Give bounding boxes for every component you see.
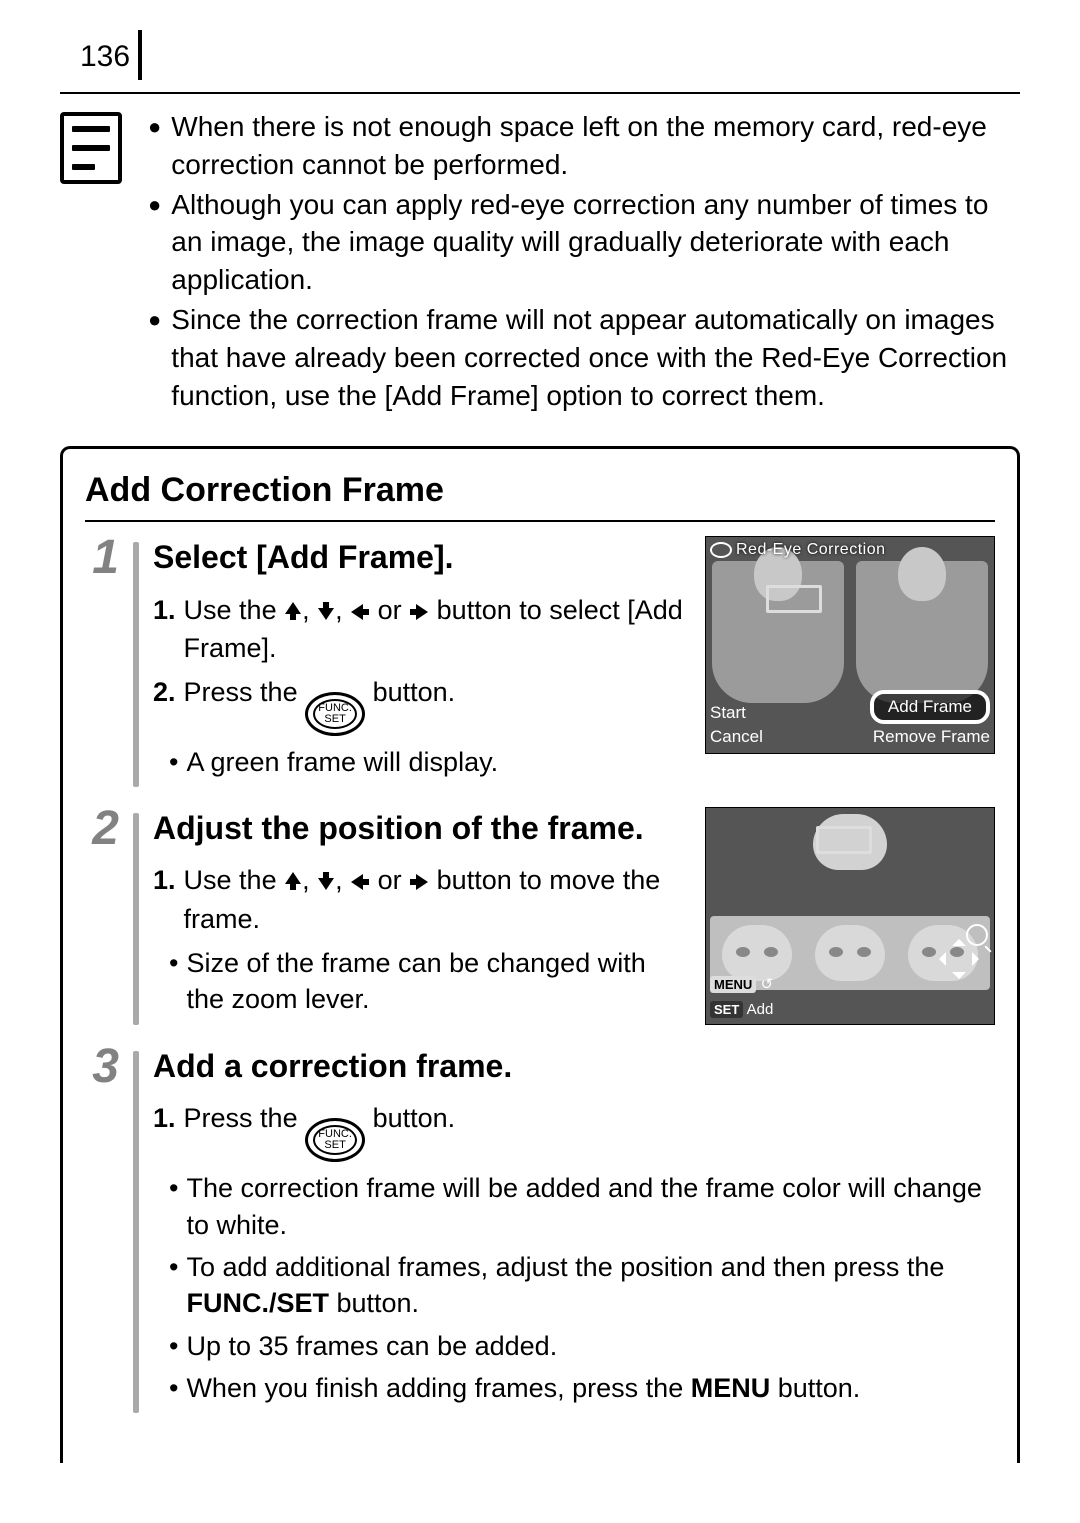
step-2: 2 Adjust the position of the frame. 1. U…	[85, 807, 995, 1045]
substep-text: Use the , , or	[184, 862, 687, 937]
screen-set-indicator: SET Add	[710, 1000, 773, 1020]
step-note: • To add additional frames, adjust the p…	[169, 1249, 995, 1322]
bullet-icon: ●	[148, 301, 161, 339]
bullet-icon: ●	[148, 108, 161, 146]
arrow-right-icon	[409, 594, 429, 630]
step-bar	[133, 813, 139, 1025]
note-text: Although you can apply red-eye correctio…	[171, 186, 1020, 299]
page-number-divider	[138, 30, 142, 80]
arrow-up-icon	[284, 864, 302, 900]
step-heading: Select [Add Frame].	[153, 536, 687, 579]
step-number: 3	[85, 1043, 119, 1413]
step-note-text: When you finish adding frames, press the…	[186, 1370, 860, 1406]
func-set-button-icon: FUNC.SET	[305, 692, 365, 736]
bullet-icon: •	[169, 1249, 178, 1322]
section-title: Add Correction Frame	[85, 471, 995, 510]
step-1: 1 Select [Add Frame]. 1. Use the ,	[85, 536, 995, 807]
arrow-left-icon	[350, 594, 370, 630]
bullet-icon: •	[169, 744, 178, 780]
screen-option-start[interactable]: Start	[710, 702, 763, 725]
bullet-icon: •	[169, 1370, 178, 1406]
manual-page: 136 ● When there is not enough space lef…	[0, 0, 1080, 1523]
step-note: • A green frame will display.	[169, 744, 687, 780]
bullet-icon: •	[169, 1170, 178, 1243]
step-substep: 1. Use the , ,	[153, 592, 687, 667]
step-note: • Size of the frame can be changed with …	[169, 945, 687, 1018]
step-note-text: Up to 35 frames can be added.	[186, 1328, 557, 1364]
substep-number: 1.	[153, 1100, 176, 1162]
substep-number: 1.	[153, 862, 176, 937]
correction-frame-indicator	[766, 585, 822, 613]
screen-menu-indicator: MENU ↺	[710, 975, 773, 995]
arrow-right-icon	[409, 864, 429, 900]
note-text: Since the correction frame will not appe…	[171, 301, 1020, 414]
step-note-text: Size of the frame can be changed with th…	[186, 945, 687, 1018]
step-bar	[133, 1051, 139, 1413]
note-item: ● Although you can apply red-eye correct…	[148, 186, 1020, 299]
notes-list: ● When there is not enough space left on…	[148, 108, 1020, 416]
step-substep: 1. Use the , ,	[153, 862, 687, 937]
screen-option-remove-frame[interactable]: Remove Frame	[873, 726, 990, 749]
arrow-down-icon	[317, 864, 335, 900]
step-bar	[133, 542, 139, 787]
menu-label: MENU	[691, 1373, 771, 1403]
top-rule	[60, 92, 1020, 94]
step-note-text: The correction frame will be added and t…	[186, 1170, 995, 1243]
page-number-block: 136	[80, 30, 1020, 74]
step-number: 1	[85, 534, 119, 787]
bullet-icon: •	[169, 1328, 178, 1364]
step-heading: Add a correction frame.	[153, 1045, 995, 1088]
substep-text: Press the FUNC.SET button.	[184, 1100, 456, 1162]
screen-title: Red-Eye Correction	[710, 539, 990, 561]
arrow-up-icon	[284, 594, 302, 630]
note-icon	[60, 112, 122, 184]
screen-option-add-frame[interactable]: Add Frame	[870, 690, 990, 725]
correction-frame-indicator	[816, 826, 872, 854]
func-set-button-icon: FUNC.SET	[305, 1118, 365, 1162]
step-note: • When you finish adding frames, press t…	[169, 1370, 995, 1406]
substep-number: 1.	[153, 592, 176, 667]
section-box: Add Correction Frame 1 Select [Add Frame…	[60, 446, 1020, 1462]
substep-number: 2.	[153, 674, 176, 736]
camera-screen-adjust-frame: MENU ↺ SET Add	[705, 807, 995, 1025]
step-substep: 2. Press the FUNC.SET button.	[153, 674, 687, 736]
bullet-icon: •	[169, 945, 178, 1018]
step-note: • The correction frame will be added and…	[169, 1170, 995, 1243]
red-eye-icon	[710, 542, 732, 558]
page-number: 136	[80, 40, 130, 74]
notes-block: ● When there is not enough space left on…	[60, 108, 1020, 416]
substep-text: Press the FUNC.SET button.	[184, 674, 456, 736]
step-note: • Up to 35 frames can be added.	[169, 1328, 995, 1364]
step-substep: 1. Press the FUNC.SET button.	[153, 1100, 995, 1162]
step-number: 2	[85, 805, 119, 1025]
step-note-text: To add additional frames, adjust the pos…	[186, 1249, 995, 1322]
func-set-label: FUNC./SET	[186, 1288, 329, 1318]
arrow-left-icon	[350, 864, 370, 900]
arrow-down-icon	[317, 594, 335, 630]
step-3: 3 Add a correction frame. 1. Press the F…	[85, 1045, 995, 1433]
bullet-icon: ●	[148, 186, 161, 224]
screen-option-cancel[interactable]: Cancel	[710, 726, 763, 749]
note-item: ● When there is not enough space left on…	[148, 108, 1020, 184]
step-heading: Adjust the position of the frame.	[153, 807, 687, 850]
note-item: ● Since the correction frame will not ap…	[148, 301, 1020, 414]
note-text: When there is not enough space left on t…	[171, 108, 1020, 184]
section-rule	[85, 520, 995, 522]
substep-text: Use the , , or	[184, 592, 687, 667]
camera-screen-red-eye: Red-Eye Correction Start Cancel Add Fram…	[705, 536, 995, 754]
step-note-text: A green frame will display.	[186, 744, 498, 780]
